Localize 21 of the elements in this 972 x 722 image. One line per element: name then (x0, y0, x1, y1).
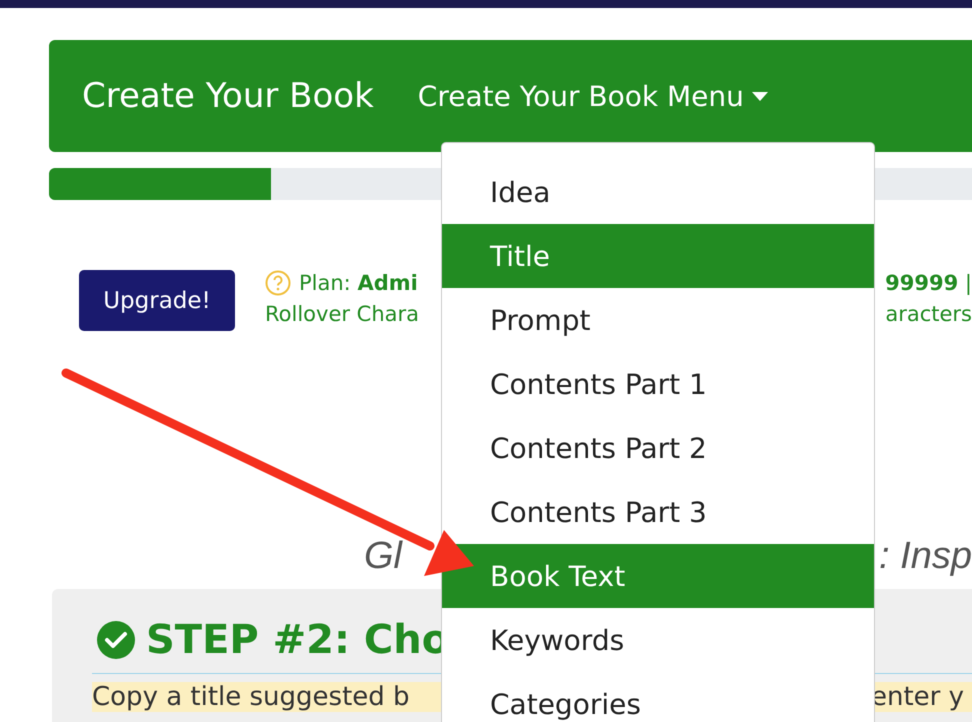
menu-item[interactable]: Contents Part 1 (442, 352, 874, 416)
rollover-text: Rollover Chara (265, 302, 420, 326)
upgrade-button[interactable]: Upgrade! (79, 270, 235, 331)
brand-title[interactable]: Create Your Book (82, 76, 374, 116)
menu-item[interactable]: Idea (442, 160, 874, 224)
help-icon[interactable] (265, 270, 291, 296)
rollover-text: aracters (885, 302, 972, 326)
caret-icon (752, 92, 768, 100)
menu-item[interactable]: Keywords (442, 608, 874, 672)
menu-item[interactable]: Book Text (442, 544, 874, 608)
menu-item[interactable]: Contents Part 2 (442, 416, 874, 480)
plan-text: Plan: Admi (299, 271, 418, 295)
page-heading: Gl (364, 537, 402, 575)
menu-item[interactable]: Title (442, 224, 874, 288)
plan-text: 99999 | (885, 271, 972, 295)
menu-toggle[interactable]: Create Your Book Menu (418, 80, 768, 112)
page-heading: : Insp (879, 537, 972, 575)
instruction-text: Copy a title suggested b (92, 682, 410, 712)
menu-item[interactable]: Contents Part 3 (442, 480, 874, 544)
menu-item[interactable]: Prompt (442, 288, 874, 352)
menu-item[interactable]: Categories (442, 672, 874, 722)
